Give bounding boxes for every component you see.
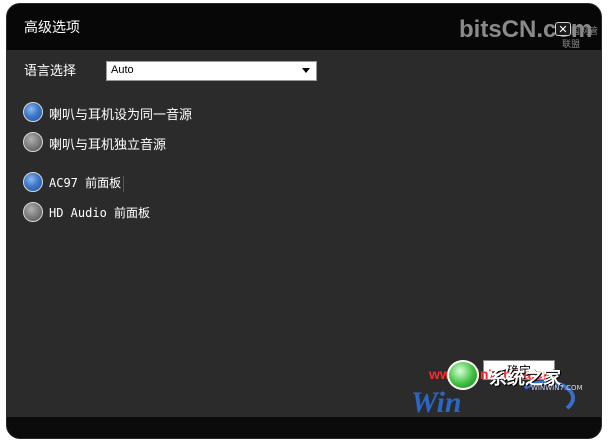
dialog-title: 高级选项 xyxy=(24,20,80,36)
radio-button-selected[interactable] xyxy=(23,172,43,192)
radio-button-unselected[interactable] xyxy=(23,132,43,152)
text-cursor xyxy=(123,175,125,192)
title-bar[interactable]: 高级选项 bitsCN.com 中国网管联盟 ✕ xyxy=(7,4,601,50)
radio-label-ac97: AC97 前面板 xyxy=(49,174,125,192)
watermark-logo: 系统之家 WINWIN7.COM xyxy=(447,356,601,392)
advanced-options-dialog: 高级选项 bitsCN.com 中国网管联盟 ✕ 语言选择 Auto 喇叭与耳机… xyxy=(6,3,602,439)
dialog-footer xyxy=(7,417,601,438)
radio-label-same-source: 喇叭与耳机设为同一音源 xyxy=(49,108,193,123)
dropdown-arrow-icon xyxy=(302,68,310,73)
radio-button-selected[interactable] xyxy=(23,102,43,122)
close-button[interactable]: ✕ xyxy=(555,22,571,36)
language-select-value: Auto xyxy=(111,64,134,76)
radio-label-ac97-text: AC97 前面板 xyxy=(49,176,122,190)
language-label: 语言选择 xyxy=(24,64,77,79)
system-logo-icon xyxy=(447,360,479,390)
watermark-logo-sub: WINWIN7.COM xyxy=(531,384,583,392)
language-select[interactable]: Auto xyxy=(106,61,317,81)
radio-label-hd-audio: HD Audio 前面板 xyxy=(49,206,151,220)
radio-label-independent-source: 喇叭与耳机独立音源 xyxy=(49,138,167,153)
close-icon: ✕ xyxy=(558,23,568,36)
radio-button-unselected[interactable] xyxy=(23,202,43,222)
